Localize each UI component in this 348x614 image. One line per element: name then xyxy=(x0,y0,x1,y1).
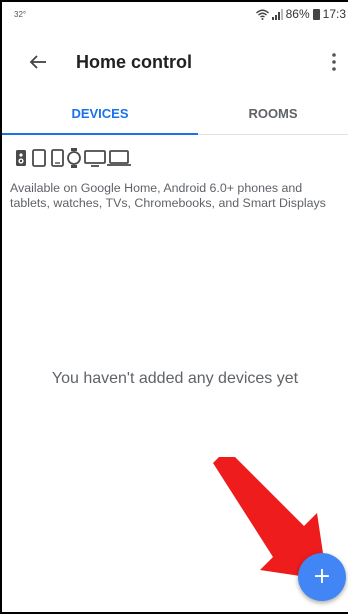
tab-devices[interactable]: DEVICES xyxy=(2,96,198,134)
supported-devices-row xyxy=(16,148,131,168)
page-title: Home control xyxy=(76,52,193,72)
battery-percentage: 86% xyxy=(285,7,310,21)
laptop-icon xyxy=(107,150,131,166)
tab-bar: DEVICES ROOMS xyxy=(2,96,348,135)
temperature-readout: 32° xyxy=(14,10,27,19)
phone-icon xyxy=(51,149,64,167)
add-device-button[interactable]: + xyxy=(298,553,346,601)
tab-rooms[interactable]: ROOMS xyxy=(198,96,348,134)
plus-icon: + xyxy=(312,564,332,589)
battery-icon xyxy=(312,8,320,20)
empty-state-message: You haven't added any devices yet xyxy=(51,370,299,387)
phone-screen: 32° 86% 17:3 Home control DEVICES ROOMS … xyxy=(0,0,348,614)
wifi-icon xyxy=(255,9,269,20)
signal-icon xyxy=(271,8,283,20)
app-bar: Home control xyxy=(2,40,348,86)
availability-note: Available on Google Home, Android 6.0+ p… xyxy=(10,181,326,210)
more-vert-icon[interactable] xyxy=(324,49,344,75)
clock: 17:3 xyxy=(322,7,346,21)
status-icons: 86% 17:3 xyxy=(255,7,346,21)
arrow-left-icon[interactable] xyxy=(24,48,52,76)
status-bar: 32° 86% 17:3 xyxy=(2,2,348,30)
tablet-icon xyxy=(32,149,46,167)
speaker-icon xyxy=(16,150,26,166)
watch-icon xyxy=(67,148,81,168)
tv-icon xyxy=(84,150,106,167)
active-tab-indicator xyxy=(2,133,198,135)
